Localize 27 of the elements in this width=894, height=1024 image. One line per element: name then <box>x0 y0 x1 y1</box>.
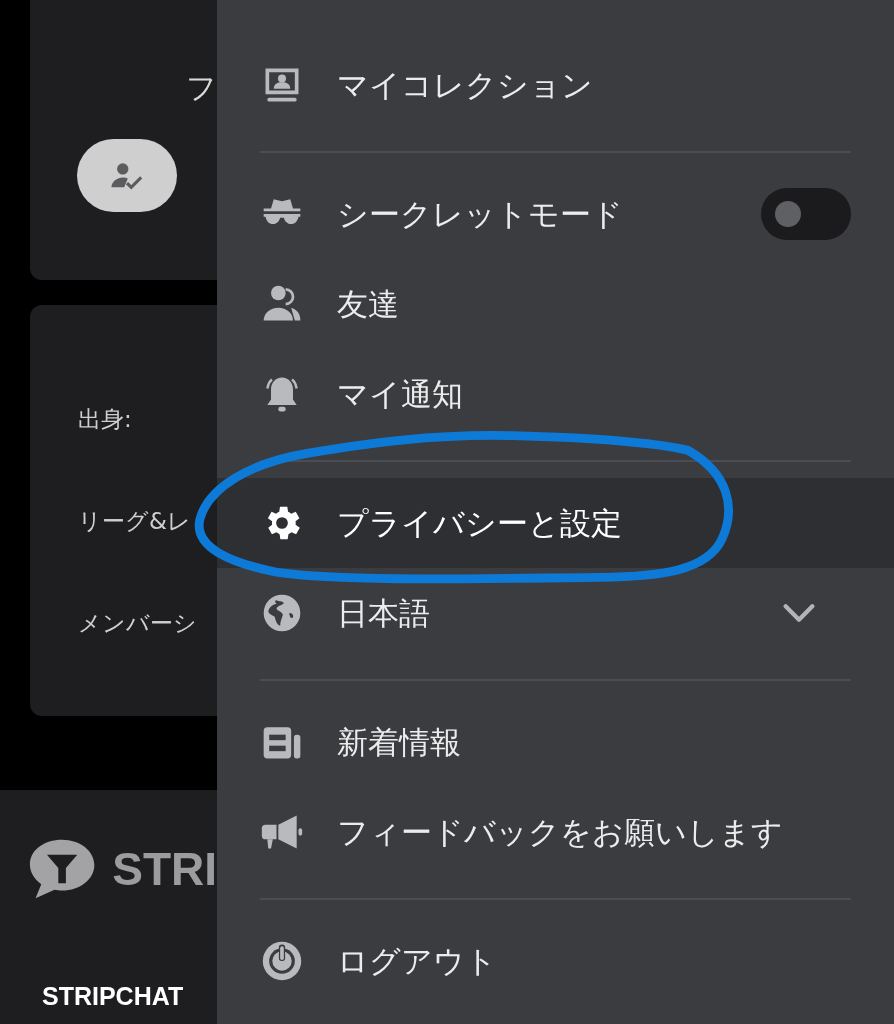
menu-item[interactable]: 日本語 <box>217 568 894 658</box>
menu-item[interactable]: マイ通知 <box>217 349 894 439</box>
detail-label: リーグ&レ <box>78 507 192 536</box>
menu-item[interactable]: シークレットモード <box>217 169 894 259</box>
menu-item[interactable]: プライバシーと設定 <box>217 478 894 568</box>
menu-item[interactable]: ログアウト <box>217 916 894 1006</box>
menu-item[interactable]: マイコレクション <box>217 40 894 130</box>
menu-item[interactable]: 友達 <box>217 259 894 349</box>
menu-label: シークレットモード <box>337 195 624 234</box>
menu-item[interactable]: 新着情報 <box>217 697 894 787</box>
card-heading: フ <box>186 69 217 107</box>
menu-label: 友達 <box>337 285 400 324</box>
menu-label: ログアウト <box>337 942 498 981</box>
menu-label: 日本語 <box>337 594 431 633</box>
menu-label: 新着情報 <box>337 723 462 762</box>
menu-label: マイ通知 <box>337 375 464 414</box>
detail-label: メンバーシ <box>78 609 198 638</box>
logo-text: STRI <box>112 844 217 894</box>
menu-label: フィードバックをお願いします <box>337 813 784 852</box>
menu-label: プライバシーと設定 <box>337 504 623 543</box>
detail-label: 出身: <box>78 405 133 434</box>
chevron-icon[interactable] <box>783 603 815 623</box>
brand-label[interactable]: STRIPCHAT <box>42 982 217 1010</box>
power-icon <box>260 939 304 983</box>
toggle-switch[interactable] <box>761 188 851 240</box>
menu-item[interactable]: フィードバックをお願いします <box>217 787 894 877</box>
menu-label: マイコレクション <box>337 66 594 105</box>
